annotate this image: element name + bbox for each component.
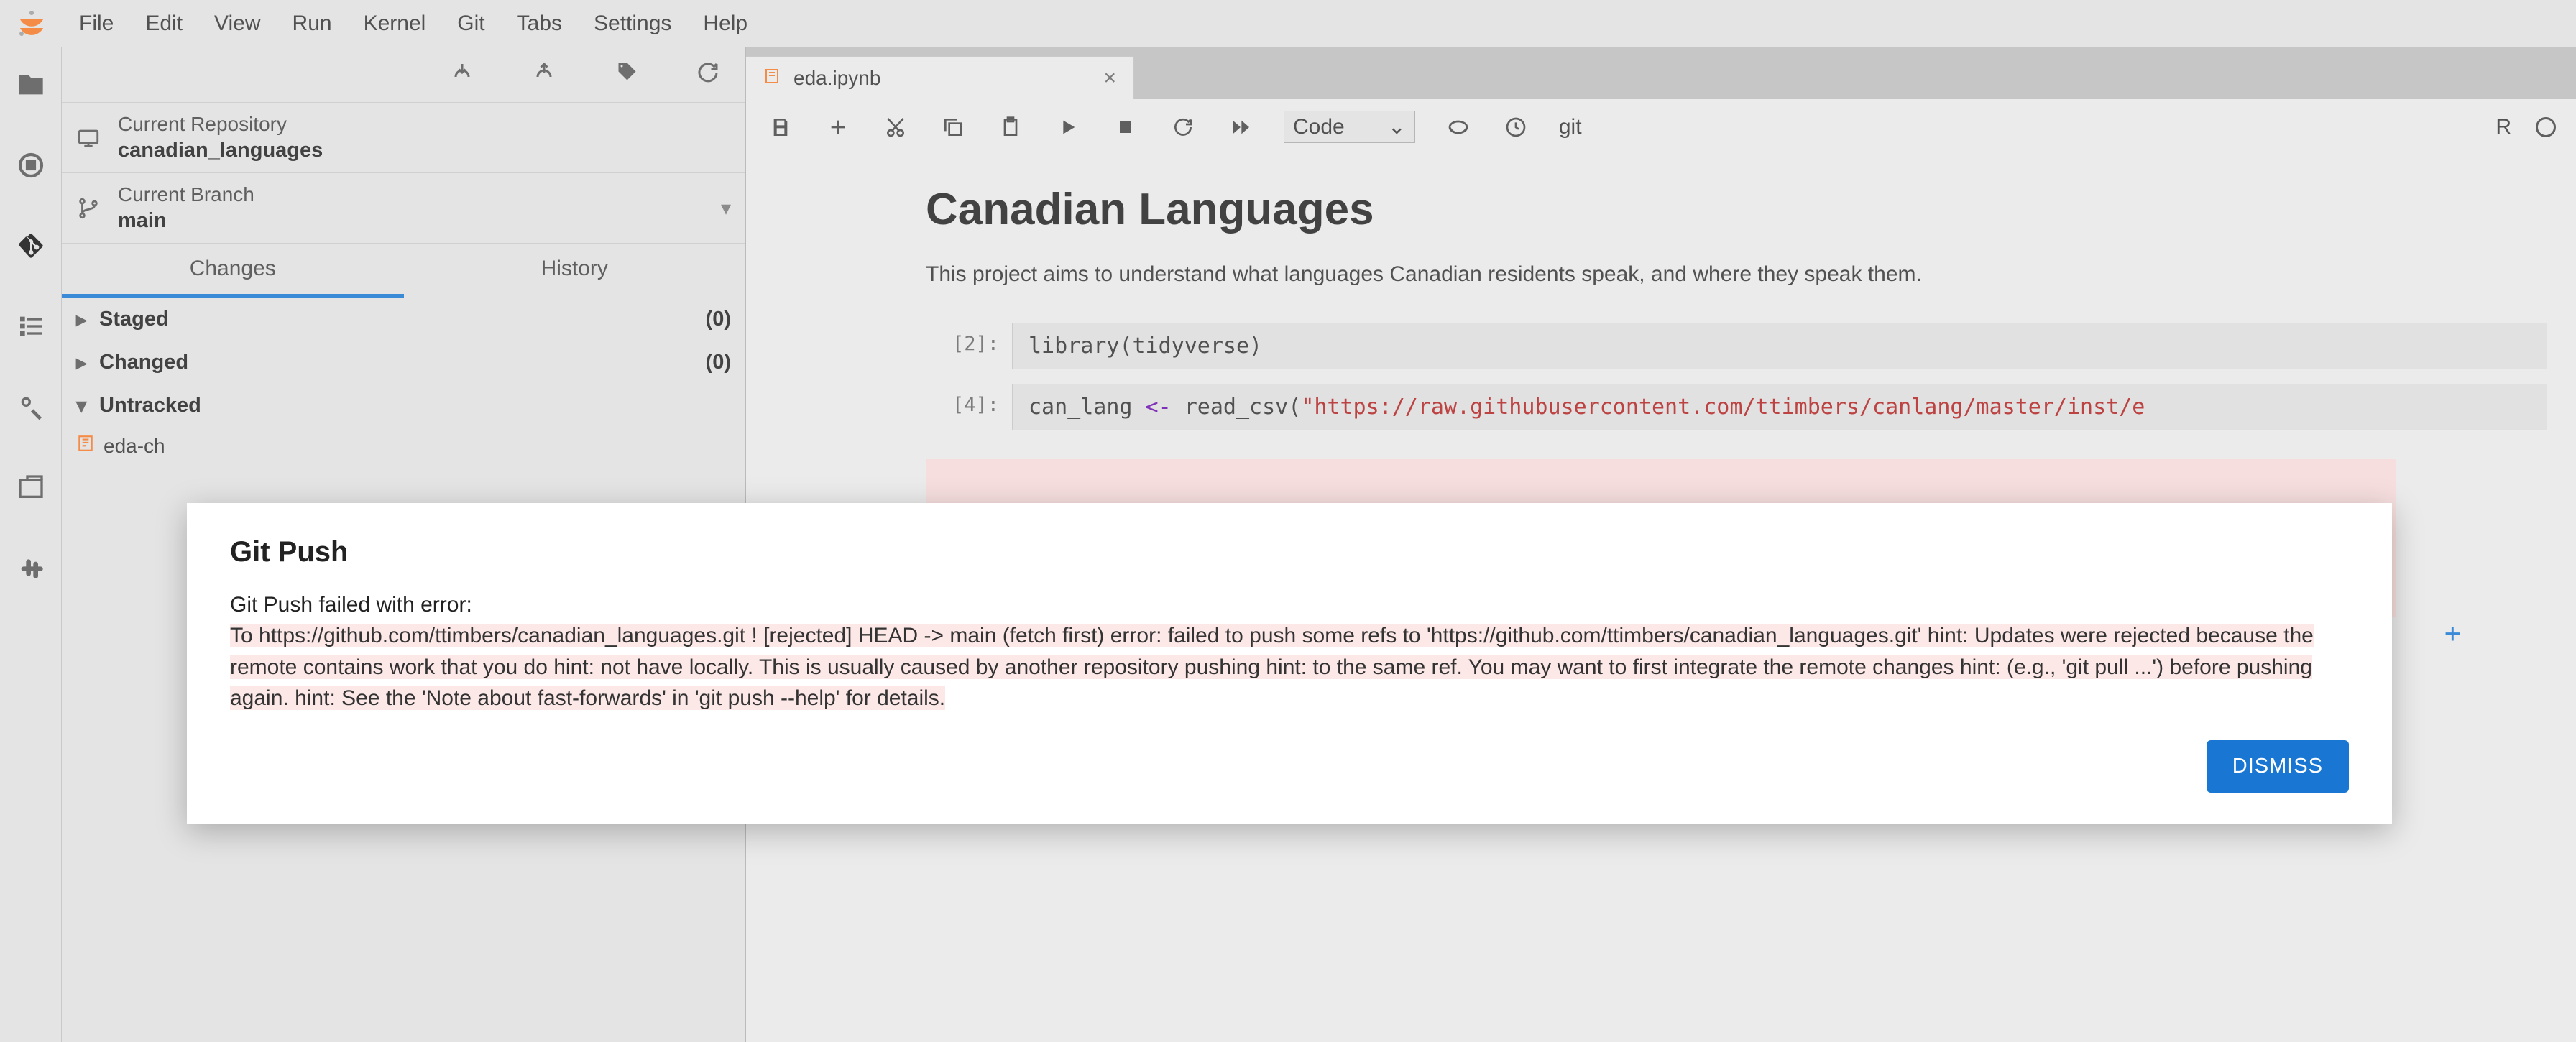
dismiss-button[interactable]: DISMISS xyxy=(2207,740,2349,793)
dialog-title: Git Push xyxy=(230,536,2349,568)
git-push-dialog: Git Push Git Push failed with error: To … xyxy=(187,503,2392,824)
dialog-error-text: To https://github.com/ttimbers/canadian_… xyxy=(230,624,2314,710)
app-root: File Edit View Run Kernel Git Tabs Setti… xyxy=(0,0,2576,1042)
dialog-intro: Git Push failed with error: xyxy=(230,593,2349,617)
